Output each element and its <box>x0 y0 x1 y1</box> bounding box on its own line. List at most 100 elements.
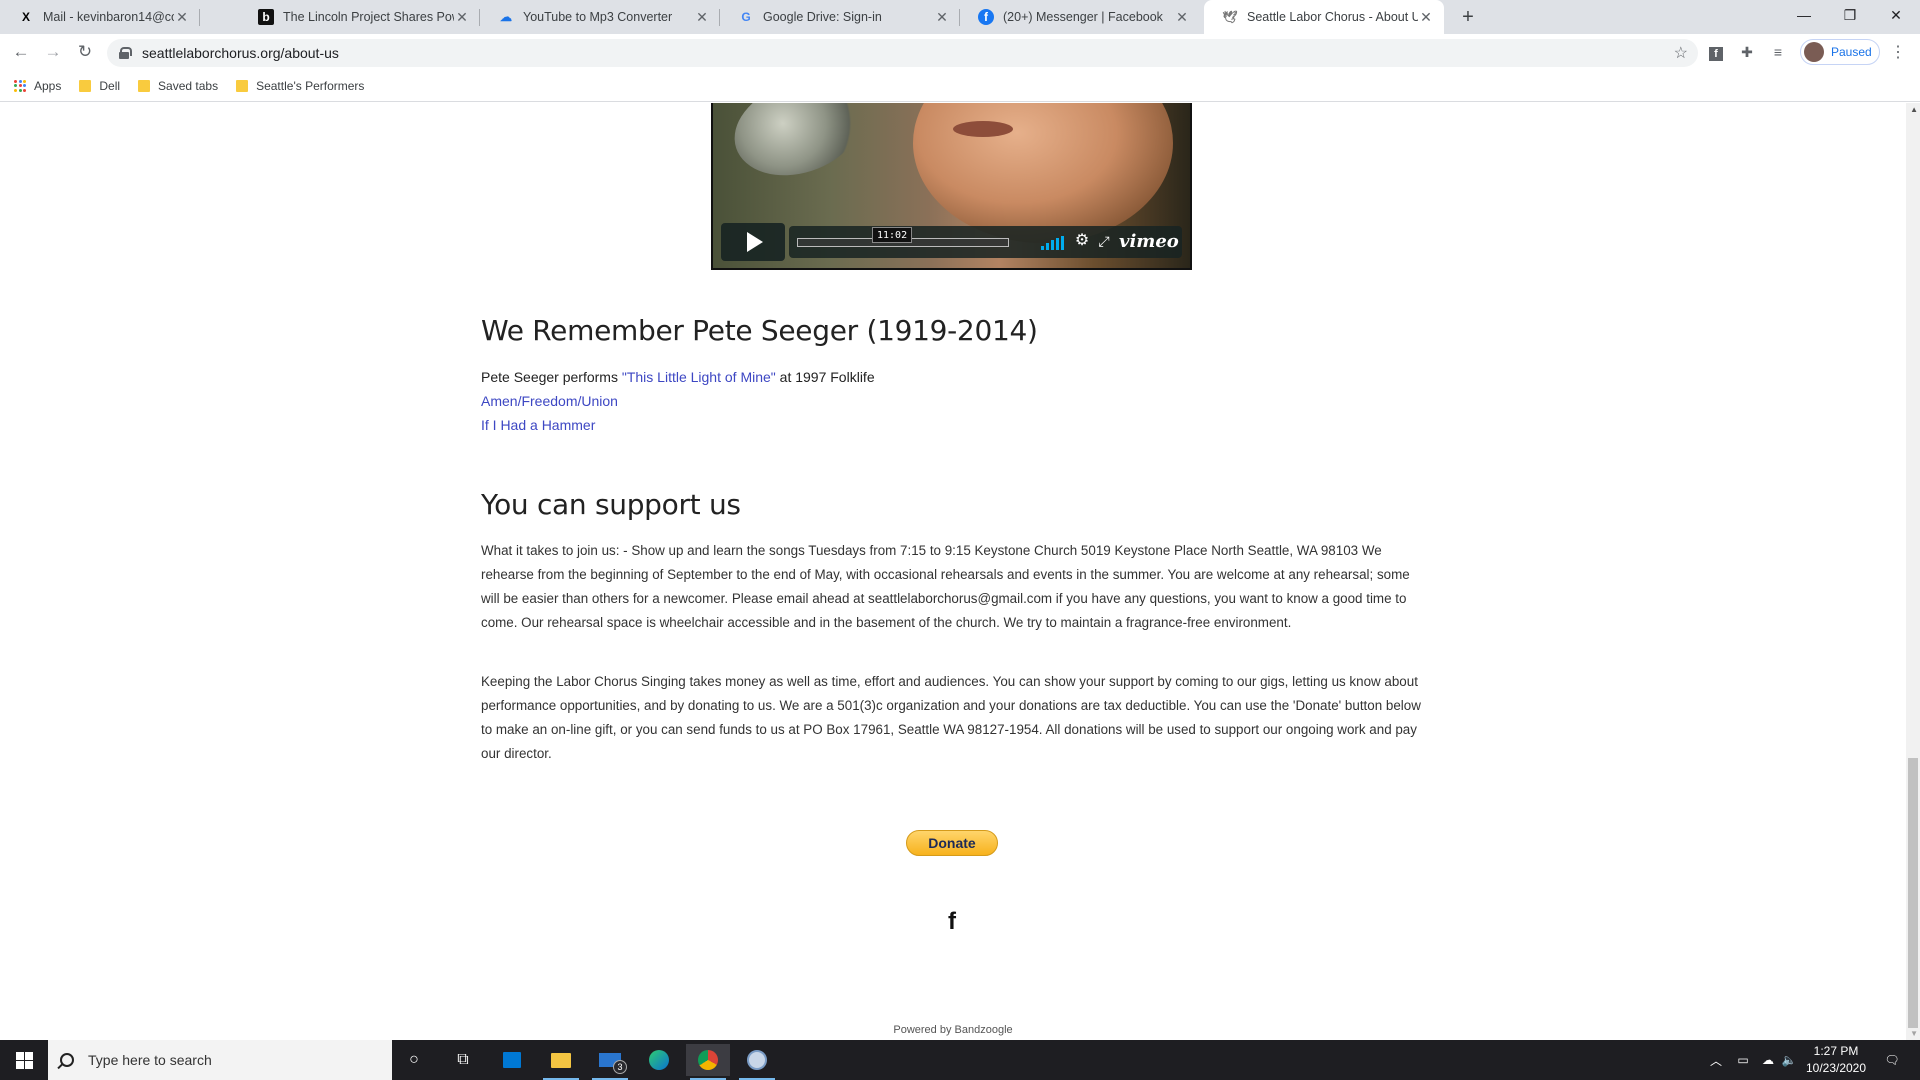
bookmark-seattles-performers[interactable]: Seattle's Performers <box>234 79 364 93</box>
vimeo-video-player[interactable]: 11:02 ⚙ ⤢ vimeo <box>711 103 1192 270</box>
link-if-i-had-a-hammer[interactable]: If I Had a Hammer <box>481 417 595 433</box>
more-menu-icon[interactable]: ⋮ <box>1888 42 1908 62</box>
line-suffix: at 1997 Folklife <box>775 369 875 385</box>
scroll-down-arrow-icon[interactable]: ▼ <box>1910 1029 1918 1038</box>
tab-title: Google Drive: Sign-in <box>763 10 882 24</box>
page-viewport: 11:02 ⚙ ⤢ vimeo We Remember Pete Seeger … <box>0 103 1920 1040</box>
tab-close-icon[interactable]: ✕ <box>1174 9 1190 26</box>
scrollbar-thumb[interactable] <box>1908 758 1918 1028</box>
reload-icon[interactable]: ↻ <box>72 39 98 65</box>
video-controls: 11:02 ⚙ ⤢ vimeo <box>721 223 1182 261</box>
windows-taskbar: Type here to search ○ ⧉ 3 ︿ ▭ ☁ 🔈 1:27 P… <box>0 1040 1920 1080</box>
show-hidden-icons-chevron-icon[interactable]: ︿ <box>1706 1040 1726 1080</box>
link-amen-freedom-union[interactable]: Amen/Freedom/Union <box>481 393 618 409</box>
tab-messenger[interactable]: f (20+) Messenger | Facebook ✕ <box>960 0 1200 34</box>
bookmark-label: Saved tabs <box>158 78 219 93</box>
paint-app-icon[interactable] <box>735 1044 779 1080</box>
minimize-icon[interactable]: — <box>1781 0 1827 30</box>
facebook-icon[interactable]: f <box>944 910 960 934</box>
bookmark-label: Seattle's Performers <box>256 78 365 93</box>
new-tab-button[interactable]: + <box>1455 4 1481 30</box>
tab-youtube-mp3[interactable]: ☁ YouTube to Mp3 Converter ✕ <box>480 0 720 34</box>
cloud-icon: ☁ <box>500 10 512 24</box>
close-window-icon[interactable]: ✕ <box>1873 0 1919 30</box>
b-favicon-icon: b <box>258 9 274 25</box>
bookmarks-bar: Apps Dell Saved tabs Seattle's Performer… <box>0 70 1920 102</box>
scroll-up-arrow-icon[interactable]: ▲ <box>1910 105 1918 114</box>
tab-title: Mail - kevinbaron14@comcast.net <box>43 10 174 24</box>
tab-title: YouTube to Mp3 Converter <box>523 10 673 24</box>
network-icon[interactable]: ▭ <box>1731 1040 1755 1080</box>
apps-grid-icon <box>14 79 26 92</box>
bird-icon: 🕊 <box>1222 10 1238 24</box>
task-view-icon[interactable]: ⧉ <box>441 1044 485 1076</box>
facebook-favicon-icon: f <box>978 9 994 25</box>
vimeo-logo[interactable]: vimeo <box>1119 231 1179 252</box>
clock-date: 10/23/2020 <box>1805 1061 1867 1075</box>
cortana-icon[interactable]: ○ <box>392 1044 436 1076</box>
bookmark-star-icon[interactable]: ☆ <box>1674 43 1688 63</box>
settings-gear-icon[interactable]: ⚙ <box>1073 232 1091 250</box>
file-explorer-icon[interactable] <box>539 1044 583 1080</box>
edge-browser-icon[interactable] <box>637 1044 681 1076</box>
back-arrow-icon[interactable]: ← <box>8 39 34 65</box>
bookmark-saved-tabs[interactable]: Saved tabs <box>136 79 218 93</box>
play-button[interactable] <box>721 223 785 261</box>
google-favicon-icon: G <box>741 10 751 24</box>
tab-close-icon[interactable]: ✕ <box>694 9 710 26</box>
volume-icon[interactable] <box>1041 236 1065 250</box>
avatar <box>1804 42 1824 62</box>
x-mail-favicon-icon: X <box>21 10 30 24</box>
tab-separator <box>199 9 200 26</box>
tab-lincoln-project[interactable]: b The Lincoln Project Shares Power ✕ <box>240 0 480 34</box>
puzzle-extensions-icon[interactable]: ✚ <box>1737 42 1757 62</box>
onedrive-cloud-icon[interactable]: ☁ <box>1756 1040 1780 1080</box>
donation-paragraph: Keeping the Labor Chorus Singing takes m… <box>481 674 1421 761</box>
powered-by-footer[interactable]: Powered by Bandzoogle <box>0 1024 1906 1036</box>
video-progress-bar[interactable]: 11:02 <box>797 227 1009 247</box>
tab-close-icon[interactable]: ✕ <box>174 9 190 26</box>
pete-seeger-links: Pete Seeger performs "This Little Light … <box>481 365 875 437</box>
singer-lips-image <box>953 121 1013 137</box>
tab-close-icon[interactable]: ✕ <box>1418 9 1434 26</box>
profile-button[interactable]: Paused <box>1800 39 1880 65</box>
bookmark-apps[interactable]: Apps <box>14 79 61 93</box>
clock-time: 1:27 PM <box>1813 1044 1859 1058</box>
forward-arrow-icon[interactable]: → <box>40 39 66 65</box>
folder-icon <box>79 79 92 92</box>
bookmark-label: Dell <box>99 78 121 93</box>
section-heading-pete-seeger: We Remember Pete Seeger (1919-2014) <box>481 314 1038 347</box>
chrome-icon[interactable] <box>686 1044 730 1080</box>
vertical-scrollbar[interactable]: ▲ ▼ <box>1906 103 1920 1040</box>
facebook-extension-icon[interactable]: f <box>1706 42 1726 62</box>
performance-line: Pete Seeger performs "This Little Light … <box>481 365 875 389</box>
tab-close-icon[interactable]: ✕ <box>454 9 470 26</box>
address-bar[interactable]: seattlelaborchorus.org/about-us ☆ <box>107 39 1698 67</box>
tab-google-drive[interactable]: G Google Drive: Sign-in ✕ <box>720 0 960 34</box>
mail-icon[interactable]: 3 <box>588 1044 632 1080</box>
tab-close-icon[interactable]: ✕ <box>934 9 950 26</box>
section-heading-support: You can support us <box>481 488 741 521</box>
tab-seattle-labor-chorus[interactable]: 🕊 Seattle Labor Chorus - About Us ✕ <box>1204 0 1444 34</box>
tab-strip: X Mail - kevinbaron14@comcast.net ✕ b Th… <box>0 0 1920 34</box>
lock-icon[interactable] <box>119 47 132 59</box>
join-us-paragraph: What it takes to join us: - Show up and … <box>481 543 1410 630</box>
bookmark-label: Apps <box>34 78 62 93</box>
profile-status: Paused <box>1831 45 1872 59</box>
video-control-bar: 11:02 ⚙ ⤢ vimeo <box>789 226 1182 258</box>
taskbar-clock[interactable]: 1:27 PM 10/23/2020 <box>1800 1043 1872 1077</box>
mail-badge: 3 <box>613 1060 627 1074</box>
donate-button[interactable]: Donate <box>906 830 998 856</box>
tab-mail[interactable]: X Mail - kevinbaron14@comcast.net ✕ <box>0 0 200 34</box>
volume-speaker-icon[interactable]: 🔈 <box>1778 1040 1800 1080</box>
media-control-icon[interactable]: ≡ <box>1768 42 1788 62</box>
taskbar-search-box[interactable]: Type here to search <box>48 1040 392 1080</box>
microsoft-store-icon[interactable] <box>490 1044 534 1076</box>
fullscreen-icon[interactable]: ⤢ <box>1095 232 1113 250</box>
link-this-little-light[interactable]: "This Little Light of Mine" <box>622 369 776 385</box>
restore-icon[interactable]: ❐ <box>1827 0 1873 30</box>
bookmark-dell[interactable]: Dell <box>77 79 120 93</box>
folder-icon <box>236 79 249 92</box>
start-button[interactable] <box>0 1040 48 1080</box>
notifications-icon[interactable]: 🗨 <box>1876 1040 1908 1080</box>
